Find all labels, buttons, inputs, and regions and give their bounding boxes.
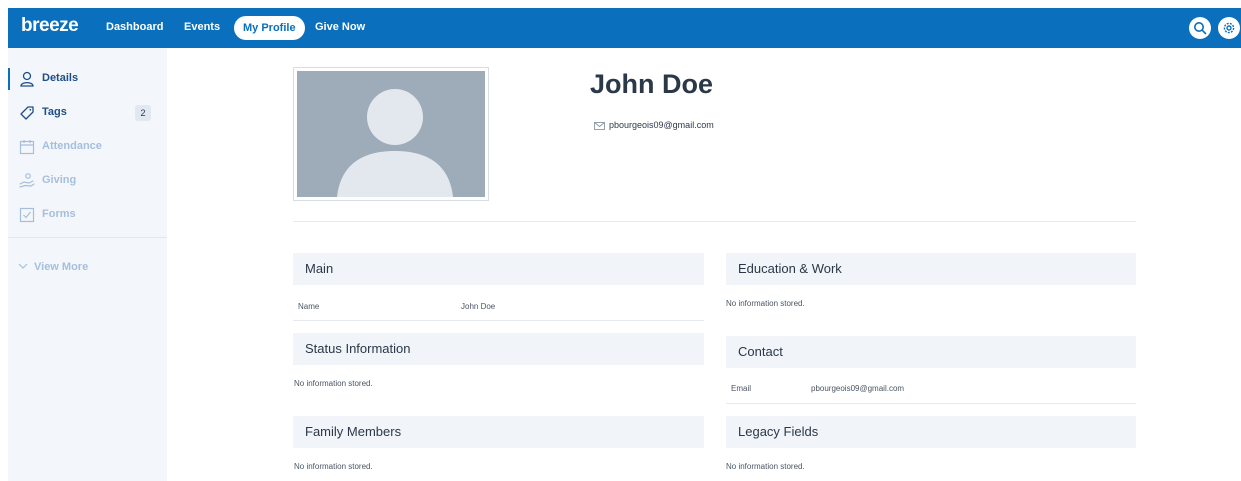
sidebar-item-details[interactable]: Details [8, 64, 167, 94]
chevron-down-icon [18, 263, 28, 269]
section-main-header[interactable]: Main [293, 253, 704, 285]
sidebar-item-forms[interactable]: Forms [8, 200, 167, 230]
header-divider [293, 221, 1136, 222]
section-status-header[interactable]: Status Information [293, 333, 704, 365]
profile-email[interactable]: pbourgeois09@gmail.com [594, 120, 714, 130]
field-email-label: Email [731, 384, 752, 393]
row-divider [293, 320, 704, 321]
search-button[interactable] [1189, 17, 1211, 39]
family-empty-text: No information stored. [294, 462, 373, 471]
nav-dashboard[interactable]: Dashboard [106, 21, 163, 33]
profile-email-text: pbourgeois09@gmail.com [609, 120, 714, 130]
legacy-empty-text: No information stored. [726, 462, 805, 471]
section-contact-header[interactable]: Contact [726, 336, 1136, 368]
row-divider [726, 403, 1136, 404]
top-navbar: breeze Dashboard Events My Profile Give … [8, 8, 1241, 48]
sidebar-item-tags[interactable]: Tags 2 [8, 98, 167, 128]
sidebar-divider [8, 237, 167, 238]
profile-sidebar: Details Tags 2 Attendance Giving Forms V… [8, 48, 167, 481]
status-empty-text: No information stored. [294, 379, 373, 388]
field-email-value[interactable]: pbourgeois09@gmail.com [811, 384, 904, 393]
sidebar-item-label: Details [42, 72, 79, 84]
tags-count-badge: 2 [135, 105, 151, 121]
sidebar-item-attendance[interactable]: Attendance [8, 132, 167, 162]
breeze-logo[interactable]: breeze [21, 15, 79, 37]
envelope-icon [594, 122, 605, 130]
nav-events[interactable]: Events [184, 21, 220, 33]
field-name-value: John Doe [461, 302, 496, 311]
gear-icon [1223, 22, 1235, 34]
calendar-icon [19, 140, 35, 155]
nav-give-now[interactable]: Give Now [315, 21, 365, 33]
search-icon [1194, 22, 1207, 35]
sidebar-item-label: Attendance [42, 140, 102, 152]
section-family-header[interactable]: Family Members [293, 416, 704, 448]
sidebar-item-label: Forms [42, 208, 76, 220]
nav-my-profile[interactable]: My Profile [234, 16, 305, 40]
sidebar-item-giving[interactable]: Giving [8, 166, 167, 196]
profile-photo[interactable] [293, 67, 489, 201]
section-education-header[interactable]: Education & Work [726, 253, 1136, 285]
education-empty-text: No information stored. [726, 299, 805, 308]
avatar-placeholder [297, 71, 485, 197]
section-legacy-header[interactable]: Legacy Fields [726, 416, 1136, 448]
sidebar-item-label: Giving [42, 174, 77, 186]
person-icon [20, 71, 34, 87]
settings-button[interactable] [1218, 17, 1240, 39]
view-more-label: View More [34, 261, 89, 273]
tag-icon [20, 106, 34, 120]
field-name-label: Name [298, 302, 320, 311]
avatar-silhouette-icon [337, 89, 453, 197]
checkbox-icon [19, 207, 35, 223]
view-more-toggle[interactable]: View More [18, 261, 88, 273]
hand-coins-icon [19, 173, 35, 188]
profile-name: John Doe [590, 69, 714, 99]
sidebar-item-label: Tags [42, 106, 67, 118]
